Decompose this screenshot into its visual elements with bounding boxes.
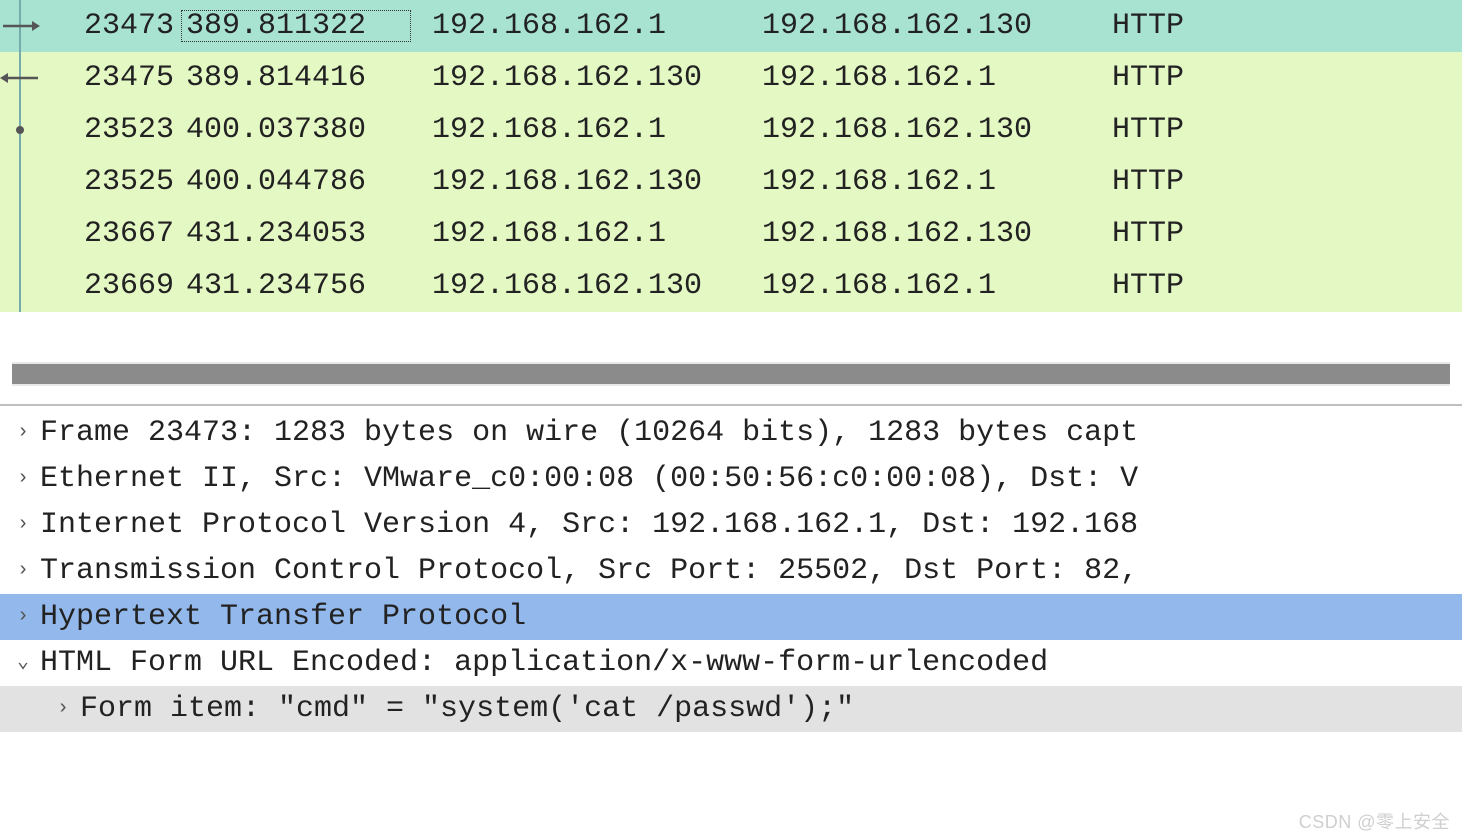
chevron-right-icon[interactable]: › [6,502,40,548]
packet-col-protocol: HTTP [1112,113,1462,147]
packet-row[interactable]: 23669431.234756192.168.162.130192.168.16… [0,260,1462,312]
packet-col-time: 389.814416 [180,61,412,95]
packet-row[interactable]: 23523400.037380192.168.162.1192.168.162.… [0,104,1462,156]
chevron-right-icon[interactable]: › [46,686,80,732]
packet-col-source: 192.168.162.1 [412,113,762,147]
packet-row[interactable]: 23473389.811322192.168.162.1192.168.162.… [0,0,1462,52]
packet-col-time: 431.234756 [180,269,412,303]
hscrollbar-thumb[interactable] [12,364,1450,384]
chevron-right-icon[interactable]: › [6,410,40,456]
packet-list-blank-area [0,312,1462,362]
details-http[interactable]: › Hypertext Transfer Protocol [0,594,1462,640]
details-ethernet[interactable]: › Ethernet II, Src: VMware_c0:00:08 (00:… [0,456,1462,502]
packet-col-protocol: HTTP [1112,61,1462,95]
details-form-encoded[interactable]: ⌄ HTML Form URL Encoded: application/x-w… [0,640,1462,686]
packet-col-destination: 192.168.162.1 [762,61,1112,95]
packet-row-marker-icon [0,260,40,312]
packet-row[interactable]: 23667431.234053192.168.162.1192.168.162.… [0,208,1462,260]
packet-col-time: 400.044786 [180,165,412,199]
details-form-encoded-text: HTML Form URL Encoded: application/x-www… [40,640,1462,686]
packet-col-time: 389.811322 [180,9,412,43]
details-ip[interactable]: › Internet Protocol Version 4, Src: 192.… [0,502,1462,548]
details-ethernet-text: Ethernet II, Src: VMware_c0:00:08 (00:50… [40,456,1462,502]
packet-col-no: 23669 [40,269,180,303]
packet-col-destination: 192.168.162.130 [762,9,1112,43]
packet-col-source: 192.168.162.1 [412,217,762,251]
packet-row-marker-icon [0,104,40,156]
packet-col-time: 400.037380 [180,113,412,147]
details-form-item[interactable]: › Form item: "cmd" = "system('cat /passw… [0,686,1462,732]
chevron-right-icon[interactable]: › [6,456,40,502]
packet-row-marker-icon [0,156,40,208]
details-http-text: Hypertext Transfer Protocol [40,594,1462,640]
chevron-right-icon[interactable]: › [6,548,40,594]
watermark: CSDN @零上安全 [1299,808,1450,834]
packet-row-marker-icon [0,52,40,104]
packet-col-source: 192.168.162.1 [412,9,762,43]
packet-col-no: 23525 [40,165,180,199]
packet-col-destination: 192.168.162.130 [762,113,1112,147]
packet-col-protocol: HTTP [1112,217,1462,251]
packet-list[interactable]: 23473389.811322192.168.162.1192.168.162.… [0,0,1462,312]
details-form-item-text: Form item: "cmd" = "system('cat /passwd'… [80,686,1462,732]
packet-col-protocol: HTTP [1112,165,1462,199]
packet-col-no: 23667 [40,217,180,251]
packet-row-marker-icon [0,0,40,52]
chevron-down-icon[interactable]: ⌄ [6,640,40,686]
packet-col-time: 431.234053 [180,217,412,251]
packet-col-no: 23523 [40,113,180,147]
chevron-right-icon[interactable]: › [6,594,40,640]
packet-col-no: 23475 [40,61,180,95]
packet-col-no: 23473 [40,9,180,43]
packet-row[interactable]: 23525400.044786192.168.162.130192.168.16… [0,156,1462,208]
packet-col-destination: 192.168.162.130 [762,217,1112,251]
details-frame[interactable]: › Frame 23473: 1283 bytes on wire (10264… [0,410,1462,456]
packet-col-source: 192.168.162.130 [412,269,762,303]
packet-col-protocol: HTTP [1112,269,1462,303]
packet-details-tree[interactable]: › Frame 23473: 1283 bytes on wire (10264… [0,406,1462,732]
details-frame-text: Frame 23473: 1283 bytes on wire (10264 b… [40,410,1462,456]
packet-row[interactable]: 23475389.814416192.168.162.130192.168.16… [0,52,1462,104]
details-tcp[interactable]: › Transmission Control Protocol, Src Por… [0,548,1462,594]
details-ip-text: Internet Protocol Version 4, Src: 192.16… [40,502,1462,548]
packet-col-protocol: HTTP [1112,9,1462,43]
packet-col-source: 192.168.162.130 [412,61,762,95]
packet-col-source: 192.168.162.130 [412,165,762,199]
packet-row-marker-icon [0,208,40,260]
packet-list-hscrollbar[interactable] [12,362,1450,386]
packet-col-destination: 192.168.162.1 [762,269,1112,303]
details-tcp-text: Transmission Control Protocol, Src Port:… [40,548,1462,594]
packet-col-destination: 192.168.162.1 [762,165,1112,199]
